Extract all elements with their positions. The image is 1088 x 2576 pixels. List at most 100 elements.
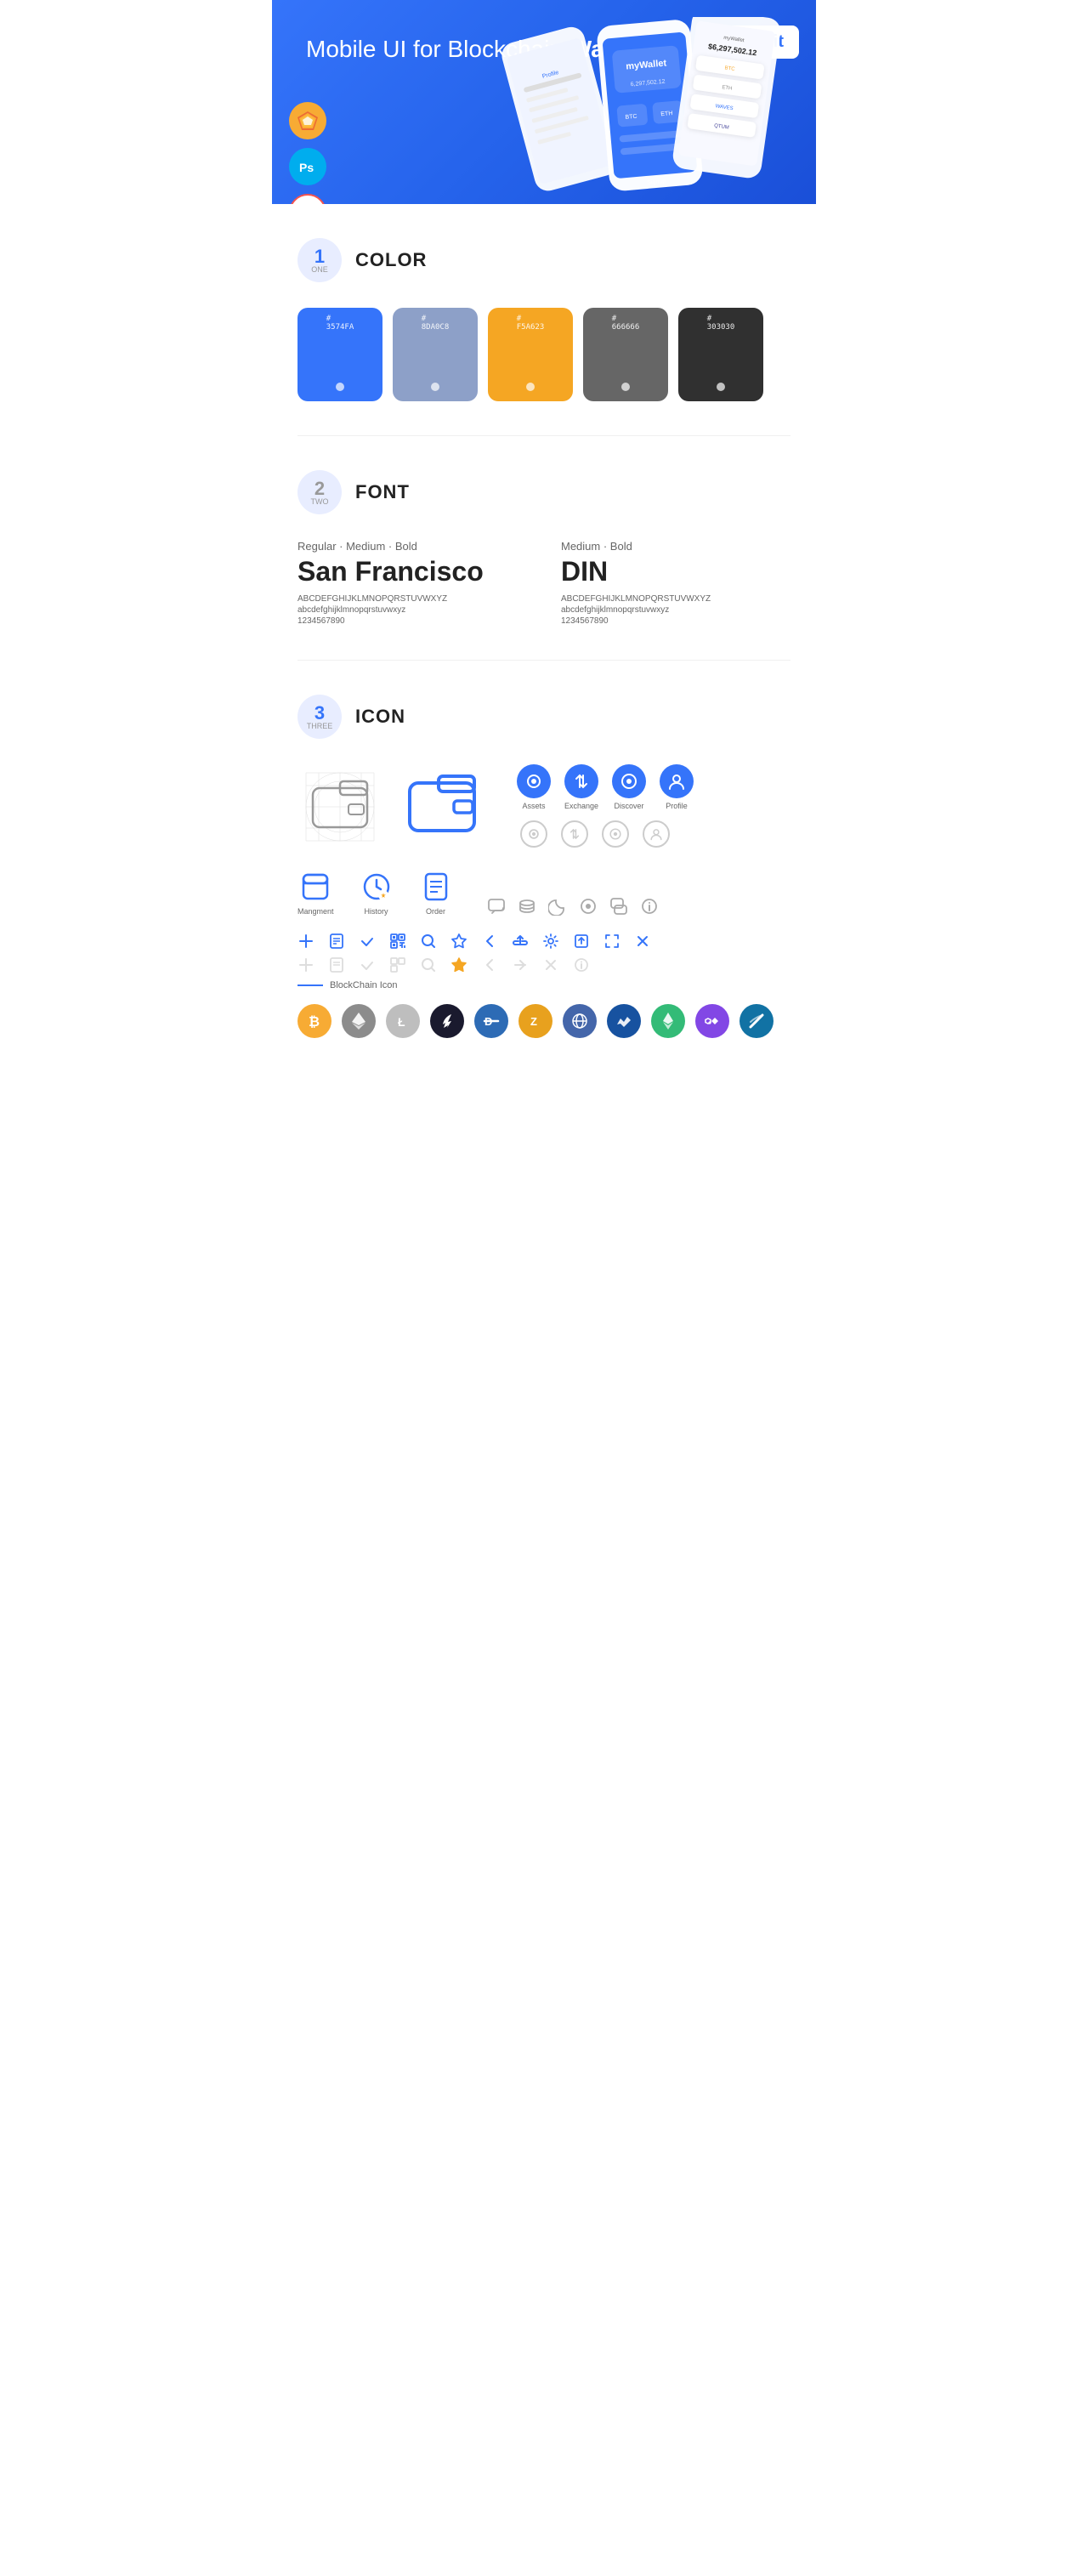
- wallet-icon-grid: [298, 764, 382, 849]
- font-details: Regular · Medium · Bold San Francisco AB…: [298, 540, 790, 626]
- x-outline-icon: [542, 956, 559, 973]
- svg-text:ETH: ETH: [660, 111, 673, 117]
- icon-section-header: 3 THREE ICON: [298, 695, 790, 739]
- svg-text:Ł: Ł: [398, 1015, 405, 1029]
- history-label: History: [365, 907, 388, 916]
- polygon-icon: [695, 1004, 729, 1038]
- font-din-name: DIN: [561, 556, 790, 587]
- font-sf: Regular · Medium · Bold San Francisco AB…: [298, 540, 527, 626]
- app-icons-outline-row: [517, 820, 694, 848]
- color-swatch-gray-blue: #8DA0C8: [393, 308, 478, 401]
- app-nav-icons: Assets Exchange: [517, 764, 694, 848]
- font-din: Medium · Bold DIN ABCDEFGHIJKLMNOPQRSTUV…: [561, 540, 790, 626]
- hero-badges: Ps 60+ Screens: [289, 102, 326, 204]
- profile-label: Profile: [666, 802, 688, 810]
- app-icons-row: Assets Exchange: [517, 764, 694, 810]
- color-swatch-gray: #666666: [583, 308, 668, 401]
- plus-outline-icon: [298, 956, 314, 973]
- check-outline-icon: [359, 956, 376, 973]
- scan-doc-outline-icon: [328, 956, 345, 973]
- info-outline-icon: [573, 956, 590, 973]
- exchange-label: Exchange: [564, 802, 598, 810]
- color-swatches: #3574FA #8DA0C8 #F5A623 #666666 #303030: [298, 308, 790, 401]
- font-section: 2 TWO FONT Regular · Medium · Bold San F…: [272, 436, 816, 660]
- chat-bubble-icon: [609, 897, 628, 916]
- waves-icon: [607, 1004, 641, 1038]
- exchange-icon-item: Exchange: [564, 764, 598, 810]
- svg-text:Ps: Ps: [299, 161, 314, 174]
- gear-icon: [542, 933, 559, 950]
- blockchain-label: BlockChain Icon: [298, 980, 790, 990]
- history-icon: [360, 870, 394, 904]
- qr-outline-icon: [389, 956, 406, 973]
- svg-text:₿: ₿: [309, 1014, 320, 1030]
- color-section-number: 1 ONE: [298, 238, 342, 282]
- wallet-icon-colored: [403, 764, 488, 849]
- discover-label: Discover: [615, 802, 644, 810]
- action-icons-row-1: [298, 933, 790, 950]
- ethereum-icon: [342, 1004, 376, 1038]
- font-sf-meta: Regular · Medium · Bold: [298, 540, 527, 553]
- stack-icon: [518, 897, 536, 916]
- moon-icon: [548, 897, 567, 916]
- share-outline-icon: [512, 956, 529, 973]
- main-icon-display: Assets Exchange: [298, 764, 790, 849]
- screens-badge: 60+ Screens: [289, 194, 326, 204]
- assets-label: Assets: [522, 802, 545, 810]
- chevron-left-outline-icon: [481, 956, 498, 973]
- close-icon: [634, 933, 651, 950]
- blockchain-line: [298, 984, 323, 986]
- management-label: Mangment: [298, 907, 334, 916]
- font-sf-nums: 1234567890: [298, 616, 527, 626]
- font-din-upper: ABCDEFGHIJKLMNOPQRSTUVWXYZ: [561, 594, 790, 604]
- zcash-icon: Z: [518, 1004, 552, 1038]
- network-icon: [563, 1004, 597, 1038]
- order-icon: [419, 870, 453, 904]
- assets-icon: [517, 764, 551, 798]
- management-icon: [298, 870, 332, 904]
- exchange-outline-icon: [561, 820, 588, 848]
- color-swatch-dark: #303030: [678, 308, 763, 401]
- icon-section-number: 3 THREE: [298, 695, 342, 739]
- font-section-header: 2 TWO FONT: [298, 470, 790, 514]
- history-icon-item: History: [360, 870, 394, 916]
- nav-icons-section: Mangment History Order: [298, 870, 790, 916]
- star-icon: [450, 933, 468, 950]
- info-icon: [640, 897, 659, 916]
- share-icon: [512, 933, 529, 950]
- svg-text:BTC: BTC: [625, 114, 638, 121]
- crypto-icons-row: ₿ Ł D Z: [298, 1004, 790, 1038]
- icon-section: 3 THREE ICON: [272, 661, 816, 1072]
- search-outline-icon: [420, 956, 437, 973]
- font-din-lower: abcdefghijklmnopqrstuvwxyz: [561, 605, 790, 615]
- exchange-icon: [564, 764, 598, 798]
- color-section: 1 ONE COLOR #3574FA #8DA0C8 #F5A623 #666…: [272, 204, 816, 435]
- color-section-header: 1 ONE COLOR: [298, 238, 790, 282]
- litecoin-icon: Ł: [386, 1004, 420, 1038]
- stratis-icon: [740, 1004, 774, 1038]
- chevron-left-icon: [481, 933, 498, 950]
- chat-icon: [487, 897, 506, 916]
- management-icon-item: Mangment: [298, 870, 334, 916]
- action-icons-section: [298, 933, 790, 973]
- profile-icon: [660, 764, 694, 798]
- blockchain-label-text: BlockChain Icon: [330, 980, 398, 990]
- plus-icon: [298, 933, 314, 950]
- font-sf-lower: abcdefghijklmnopqrstuvwxyz: [298, 605, 527, 615]
- assets-icon-item: Assets: [517, 764, 551, 810]
- bitcoin-icon: ₿: [298, 1004, 332, 1038]
- star-filled-icon: [450, 956, 468, 973]
- resize-icon: [604, 933, 620, 950]
- discover-icon-item: Discover: [612, 764, 646, 810]
- svg-text:Z: Z: [530, 1015, 537, 1028]
- discover-outline-icon: [602, 820, 629, 848]
- utility-icons-row: [487, 897, 659, 916]
- order-icon-item: Order: [419, 870, 453, 916]
- scan-document-icon: [328, 933, 345, 950]
- steem-icon: [430, 1004, 464, 1038]
- font-sf-upper: ABCDEFGHIJKLMNOPQRSTUVWXYZ: [298, 594, 527, 604]
- order-label: Order: [426, 907, 445, 916]
- ps-badge: Ps: [289, 148, 326, 185]
- search-icon: [420, 933, 437, 950]
- font-din-meta: Medium · Bold: [561, 540, 790, 553]
